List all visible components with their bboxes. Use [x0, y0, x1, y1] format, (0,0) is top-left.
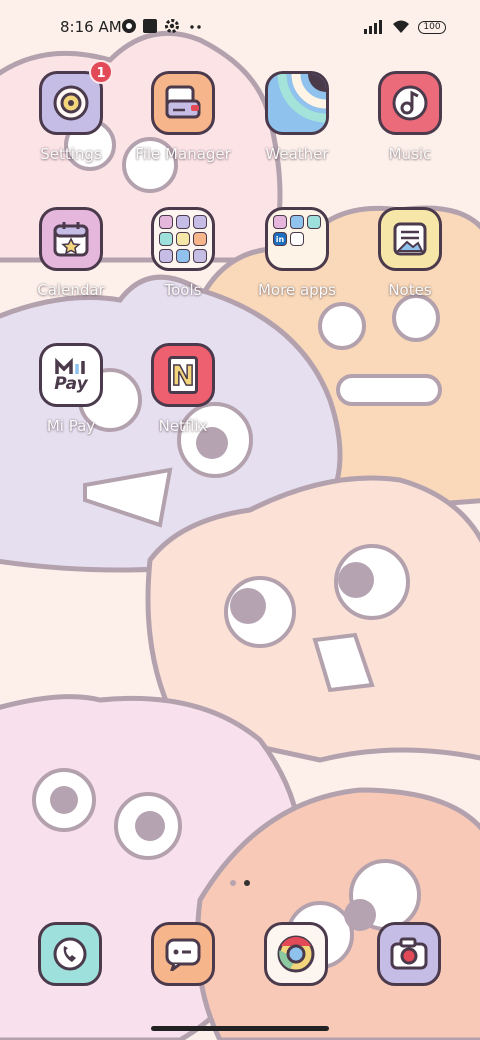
status-time: 8:16 AM	[60, 18, 122, 36]
gear-icon	[164, 18, 180, 38]
notification-badge: 1	[89, 60, 113, 84]
file-manager-icon[interactable]	[151, 71, 215, 135]
netflix-icon[interactable]: N	[151, 343, 215, 407]
folder-icon[interactable]: in	[265, 207, 329, 271]
home-indicator[interactable]	[151, 1026, 329, 1031]
app-label: Weather	[265, 145, 329, 163]
app-calendar[interactable]: Calendar	[15, 207, 127, 299]
music-icon[interactable]	[378, 71, 442, 135]
phone-icon[interactable]	[38, 922, 102, 986]
mini-app-icon	[290, 215, 304, 229]
app-label: Music	[388, 145, 432, 163]
folder-preview-grid	[159, 215, 207, 263]
camera-icon[interactable]	[377, 922, 441, 986]
mini-app-icon	[273, 215, 287, 229]
app-label: Calendar	[37, 281, 105, 299]
page-dot[interactable]	[230, 880, 236, 886]
battery-icon: 100	[418, 21, 446, 34]
mini-app-icon	[176, 232, 190, 246]
mini-app-icon	[193, 215, 207, 229]
folder-tools[interactable]: Tools	[127, 207, 239, 299]
page-dot-active[interactable]	[244, 880, 250, 886]
mini-app-icon	[193, 249, 207, 263]
folder-preview-grid: in	[273, 215, 321, 246]
mini-app-icon	[307, 215, 321, 229]
mi-pay-wordmark: Pay	[54, 373, 88, 394]
app-label: Mi Pay	[46, 417, 96, 435]
app-label: Settings	[40, 145, 102, 163]
wifi-icon	[390, 18, 412, 38]
app-settings[interactable]: 1 Settings	[15, 60, 127, 163]
folder-more-apps[interactable]: in More apps	[241, 207, 353, 299]
dock-phone[interactable]	[38, 922, 102, 986]
chrome-icon[interactable]	[264, 922, 328, 986]
mini-app-icon	[176, 215, 190, 229]
calendar-icon[interactable]	[39, 207, 103, 271]
weather-icon[interactable]	[265, 71, 329, 135]
notes-icon[interactable]	[378, 207, 442, 271]
mini-app-icon	[159, 249, 173, 263]
mini-app-icon	[159, 232, 173, 246]
mini-app-icon	[176, 249, 190, 263]
app-netflix[interactable]: N Netflix	[127, 343, 239, 435]
mi-pay-icon[interactable]: Pay	[39, 343, 103, 407]
square-notification-icon	[142, 18, 158, 38]
settings-icon[interactable]: 1	[39, 60, 113, 135]
app-label: More apps	[257, 281, 336, 299]
app-music[interactable]: Music	[354, 71, 466, 163]
dock-camera[interactable]	[377, 922, 441, 986]
mini-app-icon	[193, 232, 207, 246]
app-label: Netflix	[158, 417, 208, 435]
netflix-letter: N	[168, 356, 198, 394]
app-notes[interactable]: Notes	[354, 207, 466, 299]
app-notification-icon	[121, 18, 137, 38]
linkedin-icon: in	[273, 232, 287, 246]
app-weather[interactable]: Weather	[241, 71, 353, 163]
dock-chrome[interactable]	[264, 922, 328, 986]
messages-icon[interactable]	[151, 922, 215, 986]
mini-app-icon	[159, 215, 173, 229]
status-bar: 8:16 AM 100	[0, 0, 480, 56]
mini-app-icon	[290, 232, 304, 246]
app-label: Notes	[388, 281, 432, 299]
app-mi-pay[interactable]: Pay Mi Pay	[15, 343, 127, 435]
dock-messages[interactable]	[151, 922, 215, 986]
app-file-manager[interactable]: File Manager	[127, 71, 239, 163]
page-indicator[interactable]	[230, 880, 250, 886]
signal-icon	[364, 18, 386, 38]
more-dots-icon	[188, 18, 204, 38]
app-label: Tools	[164, 281, 202, 299]
folder-icon[interactable]	[151, 207, 215, 271]
app-label: File Manager	[135, 145, 231, 163]
